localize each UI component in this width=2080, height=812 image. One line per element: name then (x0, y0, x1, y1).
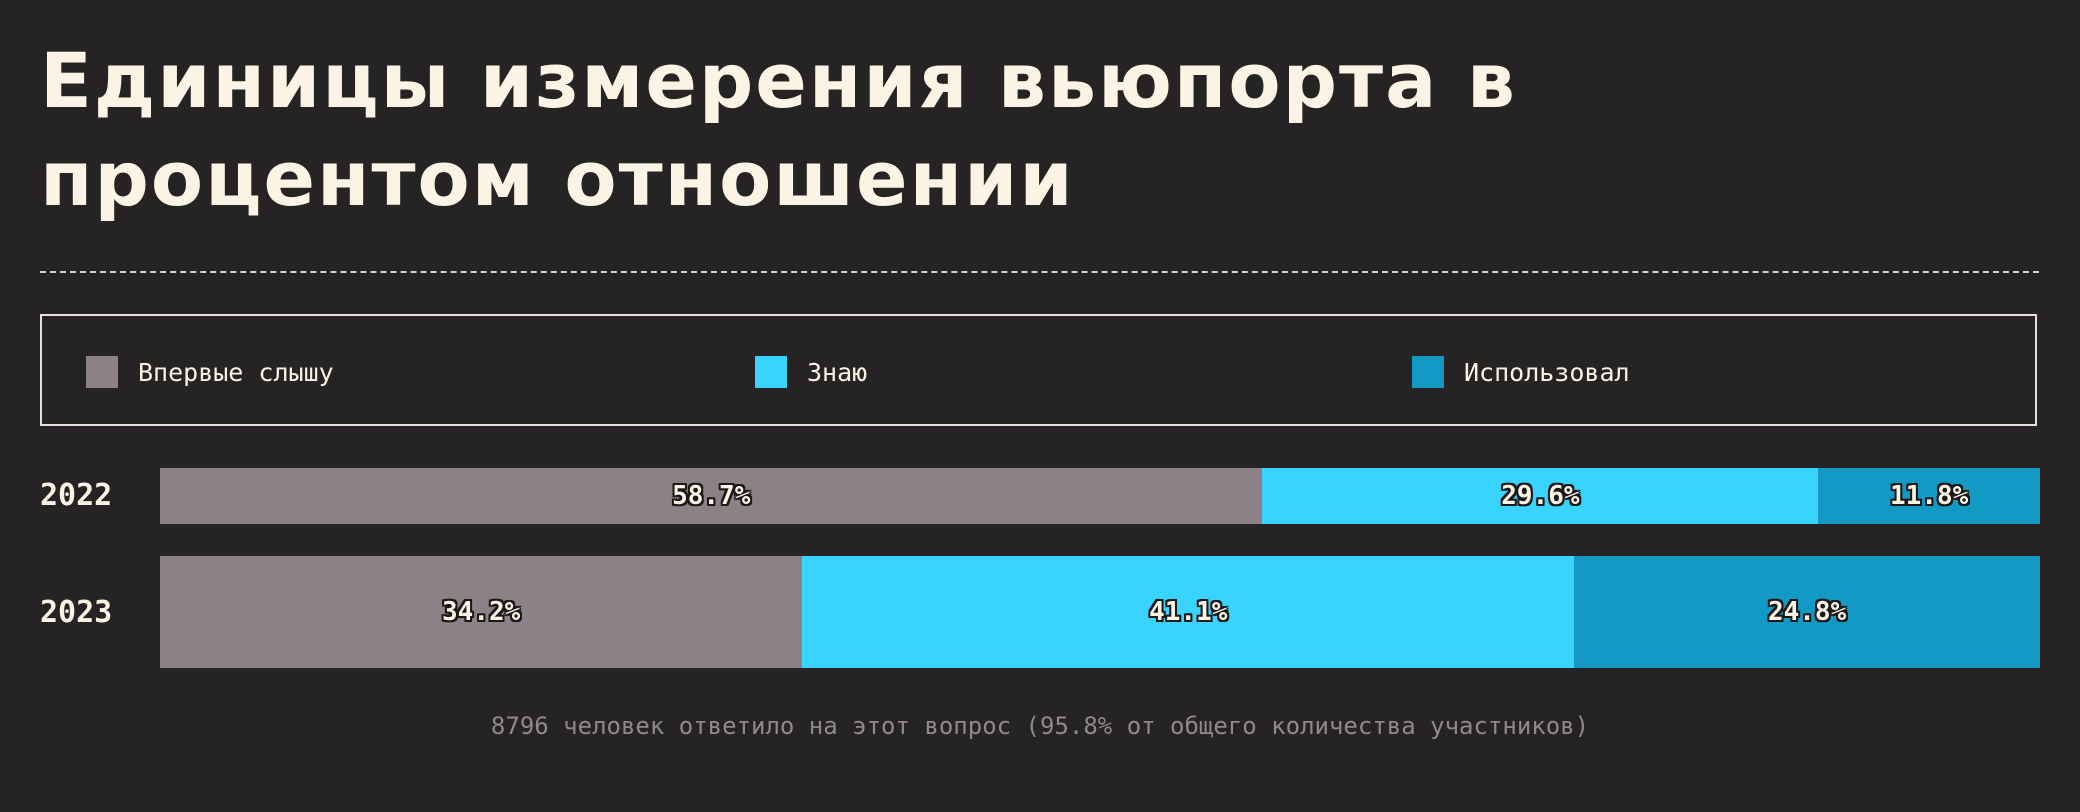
legend-label-first-time: Впервые слышу (138, 357, 334, 387)
category-label-2022: 2022 (40, 478, 113, 513)
legend-label-know: Знаю (807, 357, 868, 387)
bar-segment-2022-first-time: 58.7% (160, 468, 1263, 524)
bar-segment-2023-first-time: 34.2% (160, 556, 803, 668)
legend-item-first-time: Впервые слышу (86, 356, 334, 388)
data-label-2022-used: 11.8% (1890, 481, 1969, 511)
category-label-2023: 2023 (40, 595, 113, 630)
bar-2023: 34.2% 41.1% 24.8% (160, 556, 2040, 668)
legend-swatch-know (755, 356, 787, 388)
legend-item-used: Использовал (1412, 356, 1630, 388)
dashed-divider (40, 271, 2039, 273)
bar-2022: 58.7% 29.6% 11.8% (160, 468, 2040, 524)
data-label-2022-know: 29.6% (1501, 481, 1580, 511)
data-label-2022-first-time: 58.7% (672, 481, 751, 511)
bar-segment-2022-used: 11.8% (1818, 468, 2040, 524)
legend-swatch-first-time (86, 356, 118, 388)
data-label-2023-first-time: 34.2% (442, 597, 521, 627)
footnote: 8796 человек ответило на этот вопрос (95… (490, 712, 1590, 740)
legend-item-know: Знаю (755, 356, 867, 388)
bar-segment-2023-know: 41.1% (802, 556, 1575, 668)
data-label-2023-know: 41.1% (1149, 597, 1228, 627)
data-label-2023-used: 24.8% (1767, 597, 1847, 627)
legend-label-used: Использовал (1464, 357, 1630, 387)
chart-title: Единицы измерения вьюпорта в процентом о… (40, 36, 1517, 223)
legend-swatch-used (1412, 356, 1444, 388)
legend: Впервые слышу Знаю Использовал (40, 314, 2037, 426)
bar-segment-2022-know: 29.6% (1262, 468, 1819, 524)
bar-segment-2023-used: 24.8% (1574, 556, 2040, 668)
